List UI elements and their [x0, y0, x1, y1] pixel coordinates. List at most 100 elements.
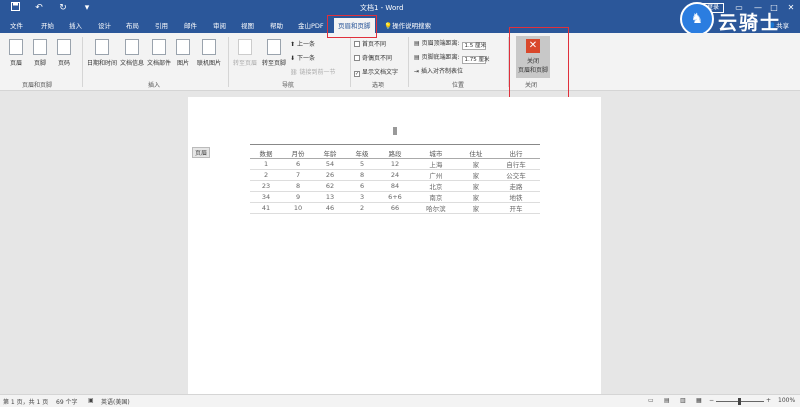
- doc-info-button[interactable]: 文档信息: [119, 39, 145, 67]
- header-top-distance: ▤ 页眉顶端距离: 1.5 厘米: [414, 40, 487, 50]
- link-icon: ⛓: [290, 69, 300, 76]
- quick-parts-button[interactable]: 文档部件: [146, 39, 172, 67]
- read-mode-icon[interactable]: ▤: [664, 397, 670, 404]
- insert-alignment-tab-button[interactable]: ⇥ 插入对齐制表位: [414, 66, 463, 75]
- first-page-different-checkbox[interactable]: 首页不同: [354, 39, 386, 48]
- ribbon: 页眉 页脚 页码 页眉和页脚 日期和时间 文档信息 文档部件 图片 联机图片 插…: [0, 33, 800, 91]
- language-indicator[interactable]: 英语(美国): [101, 397, 130, 406]
- group-label-options: 选项: [372, 82, 385, 89]
- document-page[interactable]: [188, 97, 601, 395]
- footer-distance-icon: ▤: [414, 54, 422, 61]
- group-label-position: 位置: [452, 82, 465, 89]
- tab-layout[interactable]: 布局: [126, 20, 139, 30]
- picture-button[interactable]: 图片: [173, 39, 193, 67]
- table-header-cell: 数据: [250, 148, 283, 159]
- highlight-box-close: [509, 27, 569, 100]
- header-separator-line: [250, 144, 540, 145]
- show-document-text-checkbox[interactable]: ✓ 显示文档文字: [354, 67, 398, 77]
- logo-text: 云骑士: [718, 12, 782, 34]
- customize-toolbar-icon[interactable]: ▾: [80, 2, 94, 14]
- next-button[interactable]: ⬇ 下一条: [290, 53, 315, 62]
- table-header-cell: 住址: [459, 148, 492, 159]
- page-number-button[interactable]: 页码: [54, 39, 74, 67]
- footer-icon: [33, 39, 47, 55]
- table-row: 2 7 26 8 24 广州家公交车: [250, 169, 540, 181]
- table-header-cell: 月份: [282, 148, 315, 159]
- table-header-cell: 城市: [411, 148, 460, 159]
- header-button[interactable]: 页眉: [6, 39, 26, 67]
- group-separator: [408, 37, 409, 87]
- zoom-level[interactable]: 100%: [778, 397, 795, 404]
- focus-mode-icon[interactable]: ▭: [648, 397, 654, 404]
- tab-view[interactable]: 视图: [241, 20, 254, 30]
- header-distance-icon: ▤: [414, 40, 422, 47]
- tab-review[interactable]: 审阅: [213, 20, 226, 30]
- web-layout-icon[interactable]: ▦: [696, 397, 702, 404]
- word-count[interactable]: 69 个字: [56, 397, 78, 406]
- calendar-icon: [95, 39, 109, 55]
- previous-button[interactable]: ⬆ 上一条: [290, 39, 315, 48]
- online-picture-button[interactable]: 联机图片: [195, 39, 223, 67]
- knight-logo-icon: ♞: [680, 2, 714, 36]
- goto-header-icon: [238, 39, 252, 55]
- goto-header-button[interactable]: 转至页眉: [231, 39, 259, 67]
- checkmark-icon: ✓: [354, 71, 360, 77]
- tab-design[interactable]: 设计: [98, 20, 111, 30]
- zoom-in-button[interactable]: +: [766, 397, 771, 404]
- table-row: 34 9 13 3 6+6 南京家地铁: [250, 191, 540, 203]
- footer-bottom-distance: ▤ 页脚底端距离: 1.75 厘米: [414, 54, 490, 64]
- odd-even-different-checkbox[interactable]: 奇偶页不同: [354, 53, 392, 62]
- status-bar: 第 1 页，共 1 页 69 个字 ▣ 英语(美国) ▭ ▤ ▥ ▦ − + 1…: [0, 394, 800, 407]
- header-icon: [9, 39, 23, 55]
- zoom-slider-thumb[interactable]: [738, 398, 741, 405]
- tell-me-label: 操作说明搜索: [392, 22, 432, 30]
- save-icon[interactable]: [8, 2, 22, 14]
- header-top-distance-input[interactable]: 1.5 厘米: [461, 42, 486, 50]
- table-row: 23 8 62 6 84 北京家走路: [250, 180, 540, 192]
- tell-me-search[interactable]: 💡操作说明搜索: [384, 20, 431, 30]
- group-label-navigation: 导航: [282, 82, 295, 89]
- print-layout-icon[interactable]: ▥: [680, 397, 686, 404]
- page-count[interactable]: 第 1 页，共 1 页: [3, 397, 48, 406]
- group-separator: [82, 37, 83, 87]
- tab-help[interactable]: 帮助: [270, 20, 283, 30]
- table-header-cell: 路段: [378, 148, 412, 159]
- table-header-cell: 年龄: [314, 148, 347, 159]
- picture-icon: [176, 39, 190, 55]
- undo-icon[interactable]: ↶: [32, 2, 46, 14]
- table-header-cell: 年级: [346, 148, 379, 159]
- group-label-header-footer: 页眉和页脚: [22, 82, 53, 89]
- date-time-button[interactable]: 日期和时间: [86, 39, 118, 67]
- goto-footer-button[interactable]: 转至页脚: [260, 39, 288, 67]
- tab-insert[interactable]: 插入: [69, 20, 82, 30]
- window-title: 文档1 - Word: [360, 4, 404, 12]
- highlight-box-tab: [327, 15, 377, 38]
- group-separator: [228, 37, 229, 87]
- table-row: 1 6 54 5 12 上海家自行车: [250, 158, 540, 170]
- alignment-tab-icon: ⇥: [414, 68, 421, 75]
- redo-icon[interactable]: ↻: [56, 2, 70, 14]
- footer-button[interactable]: 页脚: [30, 39, 50, 67]
- tab-home[interactable]: 开始: [41, 20, 54, 30]
- page-number-icon: [57, 39, 71, 55]
- group-label-insert: 插入: [148, 82, 161, 89]
- table-header-row: 数据 月份 年龄 年级 路段 城市 住址 出行: [250, 148, 540, 159]
- doc-info-icon: [125, 39, 139, 55]
- data-table: 数据 月份 年龄 年级 路段 城市 住址 出行 1 6 54 5 12 上海家自行车 27…: [250, 148, 540, 214]
- quick-parts-icon: [152, 39, 166, 55]
- tab-mailings[interactable]: 邮件: [184, 20, 197, 30]
- footer-bottom-distance-input[interactable]: 1.75 厘米: [461, 56, 490, 64]
- tab-references[interactable]: 引用: [155, 20, 168, 30]
- table-row: 41 10 46 2 66 哈尔滨家开车: [250, 202, 540, 214]
- arrow-up-icon: ⬆: [290, 41, 297, 48]
- arrow-down-icon: ⬇: [290, 55, 297, 62]
- proofing-icon[interactable]: ▣: [88, 397, 94, 404]
- goto-footer-icon: [267, 39, 281, 55]
- group-separator: [350, 37, 351, 87]
- tab-file[interactable]: 文件: [10, 20, 23, 30]
- link-previous-button[interactable]: ⛓ 链接到前一节: [290, 67, 336, 76]
- zoom-out-button[interactable]: −: [709, 397, 714, 404]
- table-header-cell: 出行: [491, 148, 540, 159]
- tab-kingsoft-pdf[interactable]: 金山PDF: [298, 20, 324, 30]
- header-tag: 页眉: [192, 147, 211, 158]
